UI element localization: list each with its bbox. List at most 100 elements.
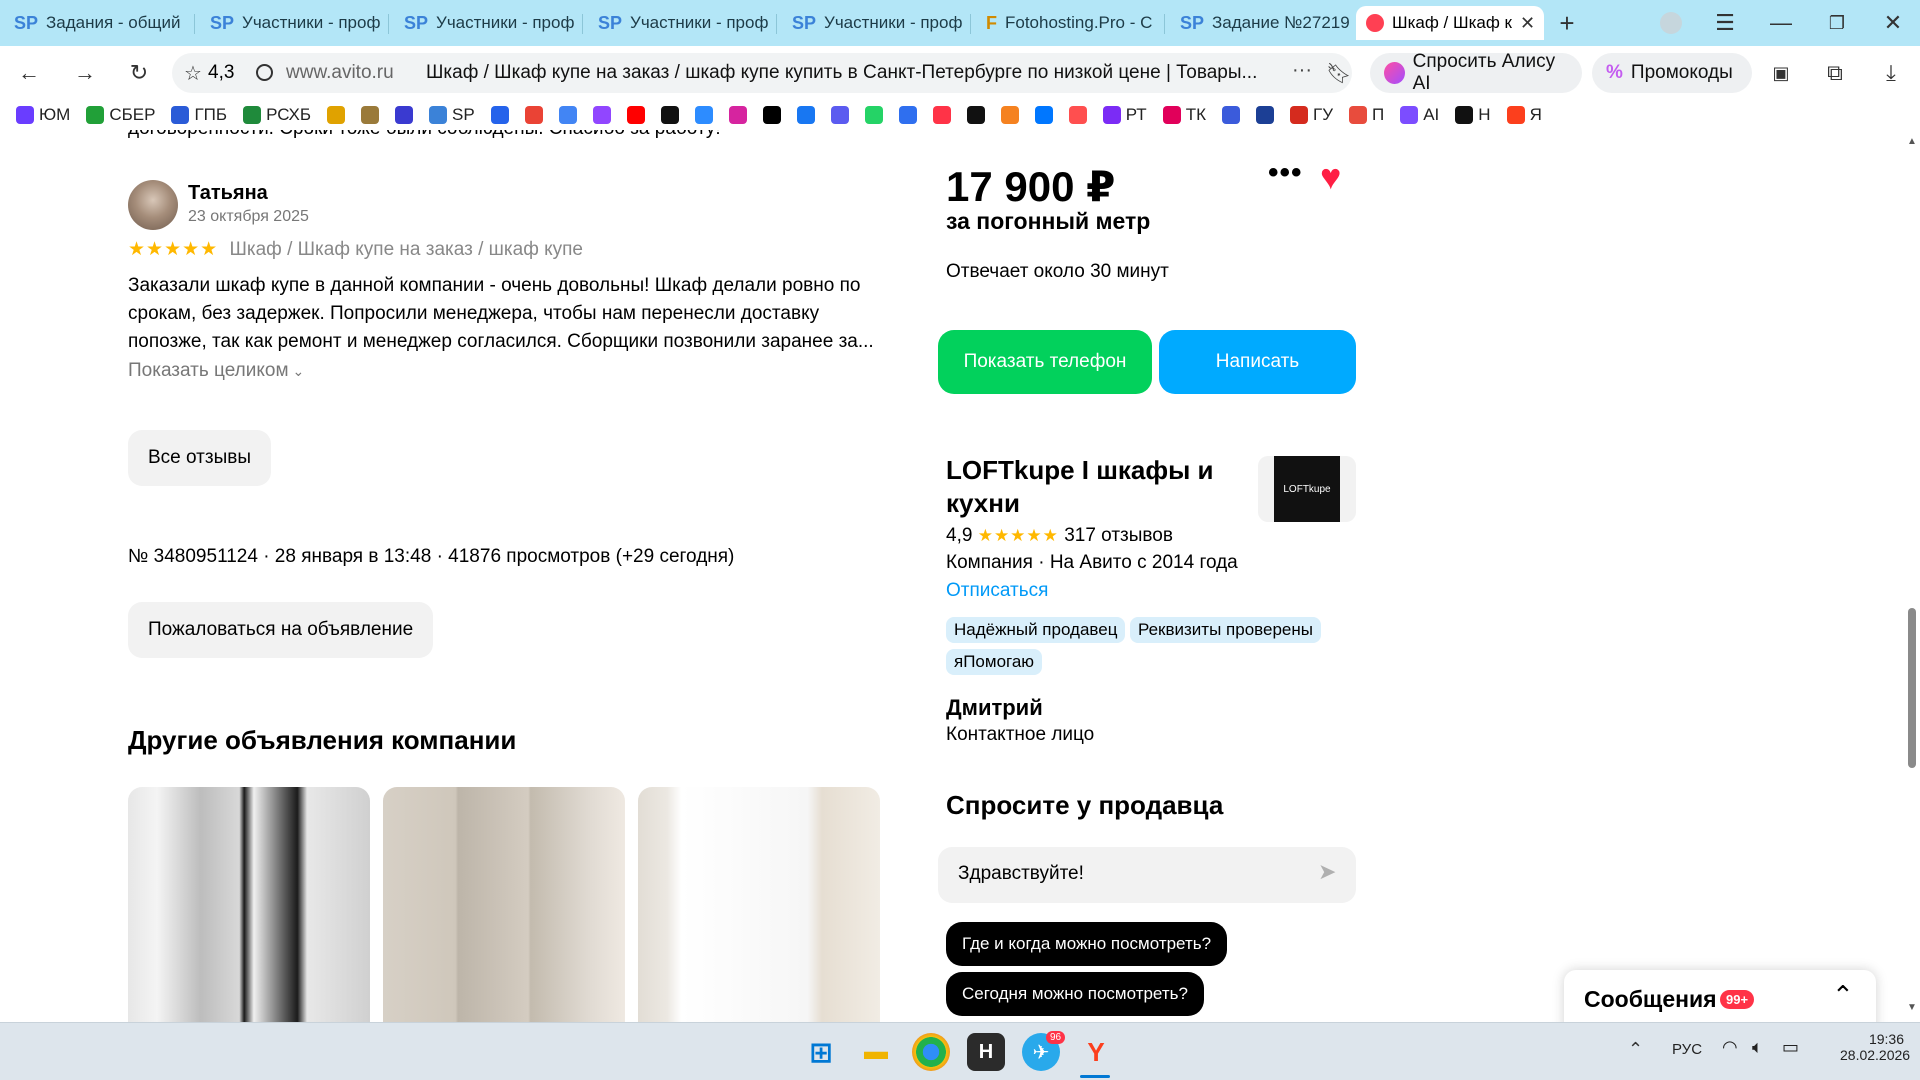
favorite-heart-icon[interactable]: ♥ [1320,156,1341,198]
close-window-icon[interactable]: ✕ [1874,4,1912,42]
show-phone-button[interactable]: Показать телефон [938,330,1152,394]
scrollbar-thumb[interactable] [1908,608,1916,768]
bookmark-item[interactable] [327,106,346,124]
bookmark-item[interactable]: AI [1400,105,1439,125]
input-language[interactable]: РУС [1672,1041,1702,1058]
menu-icon[interactable]: ☰ [1706,4,1744,42]
reload-icon[interactable]: ↻ [120,54,158,92]
clock[interactable]: 19:36 28.02.2026 [1840,1031,1910,1063]
scroll-up-icon[interactable]: ▲ [1907,136,1917,147]
bookmark-favicon-icon [626,106,645,124]
profile-avatar[interactable] [1660,12,1682,34]
bookmark-item[interactable] [660,106,679,124]
bookmark-item[interactable]: ТК [1162,105,1206,125]
bookmark-item[interactable]: ГУ [1289,105,1333,125]
bookmark-item[interactable] [626,106,645,124]
scroll-down-icon[interactable]: ▼ [1907,1002,1917,1013]
quick-question-chip[interactable]: Сегодня можно посмотреть? [946,972,1204,1016]
bookmark-item[interactable] [592,106,611,124]
report-listing-button[interactable]: Пожаловаться на объявление [128,602,434,658]
bookmark-item[interactable]: СБЕР [86,105,155,125]
bookmark-item[interactable] [932,106,951,124]
show-full-link[interactable]: Показать целиком ⌄ [128,360,304,382]
page-scrollbar[interactable]: ▲ ▼ [1903,130,1920,1022]
bookmark-item[interactable] [694,106,713,124]
promocodes-button[interactable]: % Промокоды [1592,53,1752,93]
all-reviews-button[interactable]: Все отзывы [128,430,271,486]
bookmark-item[interactable] [762,106,781,124]
volume-icon[interactable]: 🔈︎ [1752,1037,1763,1058]
security-shield-icon[interactable] [256,64,273,81]
bookmark-item[interactable]: ГПБ [171,105,227,125]
bookmark-item[interactable] [1221,106,1240,124]
bookmark-item[interactable] [796,106,815,124]
chevron-up-icon[interactable]: ⌃ [1832,980,1854,1011]
write-message-button[interactable]: Написать [1159,330,1356,394]
browser-tab[interactable]: SP Задание №27219З [1170,6,1350,40]
address-bar[interactable]: ☆ 4,3 www.avito.ru Шкаф / Шкаф купе на з… [172,53,1352,93]
browser-tab[interactable]: F Fotohosting.Pro - С [976,6,1156,40]
bookmark-item[interactable]: РСХБ [243,105,311,125]
browser-tab[interactable]: SP Участники - проф [782,6,962,40]
unsubscribe-link[interactable]: Отписаться [946,580,1048,602]
bookmark-icon[interactable]: 🔖︎ [1326,61,1351,86]
company-logo-frame[interactable]: LOFTkupe [1258,456,1356,522]
ask-seller-input[interactable]: Здравствуйте! ➤ [938,847,1356,903]
bookmark-item[interactable]: Н [1455,105,1491,125]
browser-tab-active[interactable]: Шкаф / Шкаф к ✕ [1356,6,1544,40]
url-domain: www.avito.ru [286,62,394,83]
bookmark-item[interactable] [490,106,509,124]
browser-tab[interactable]: SP Участники - проф [588,6,768,40]
bookmark-item[interactable] [395,106,414,124]
browser-tab[interactable]: SP Участники - проф [200,6,380,40]
bookmark-item[interactable] [728,106,747,124]
star-icon[interactable]: ☆ [184,61,202,86]
bookmark-item[interactable] [524,106,543,124]
browser-app-icon[interactable] [912,1033,950,1071]
image-icon[interactable]: ▣ [1762,54,1800,92]
bookmark-item[interactable]: ЮМ [16,105,70,125]
browser-tab[interactable]: SP Участники - проф [394,6,574,40]
bookmark-item[interactable] [1034,106,1053,124]
quick-question-chip[interactable]: Где и когда можно посмотреть? [946,922,1228,966]
app-h-icon[interactable]: H [967,1033,1005,1071]
bookmark-item[interactable]: П [1349,105,1384,125]
listing-thumbnail[interactable] [638,787,880,1022]
yandex-browser-icon[interactable]: Y [1077,1033,1115,1071]
more-options-icon[interactable]: ••• [1268,156,1303,190]
listing-thumbnail[interactable] [383,787,625,1022]
browser-tab[interactable]: SP Задания - общий с [4,6,184,40]
battery-icon[interactable]: ▭ [1782,1037,1799,1058]
bookmark-item[interactable] [898,106,917,124]
tray-chevron-up-icon[interactable]: ⌃ [1628,1039,1643,1060]
messages-panel[interactable]: Сообщения 99+ ⌃ [1564,970,1876,1022]
forward-icon[interactable]: → [66,54,104,92]
ask-alice-button[interactable]: Спросить Алису AI [1370,51,1582,94]
bookmark-item[interactable] [966,106,985,124]
bookmark-item[interactable] [558,106,577,124]
windows-start-icon[interactable]: ⊞ [802,1033,840,1071]
bookmark-item[interactable] [830,106,849,124]
download-icon[interactable]: ⤓ [1872,54,1910,92]
bookmark-item[interactable] [361,106,380,124]
bookmark-item[interactable] [864,106,883,124]
close-tab-icon[interactable]: ✕ [1520,13,1535,34]
listing-thumbnail[interactable] [128,787,370,1022]
send-icon[interactable]: ➤ [1318,859,1336,885]
file-explorer-icon[interactable]: ▬ [857,1033,895,1071]
seller-reviews-count[interactable]: 317 отзывов [1064,525,1173,546]
bookmark-item[interactable]: РТ [1102,105,1147,125]
bookmark-item[interactable] [1068,106,1087,124]
wifi-icon[interactable]: ◠ [1722,1037,1738,1058]
back-icon[interactable]: ← [10,54,48,92]
minimize-icon[interactable]: — [1762,4,1800,42]
bookmark-item[interactable] [1255,106,1274,124]
bookmark-item[interactable]: Я [1506,105,1542,125]
more-dots-icon[interactable]: ··· [1292,59,1312,82]
company-name[interactable]: LOFTkupe I шкафы и кухни [946,454,1214,520]
new-tab-icon[interactable]: + [1548,4,1586,42]
restore-icon[interactable]: ❐ [1818,4,1856,42]
extensions-icon[interactable]: ⧉ [1816,54,1854,92]
bookmark-item[interactable] [1000,106,1019,124]
bookmark-item[interactable]: SP [429,105,475,125]
